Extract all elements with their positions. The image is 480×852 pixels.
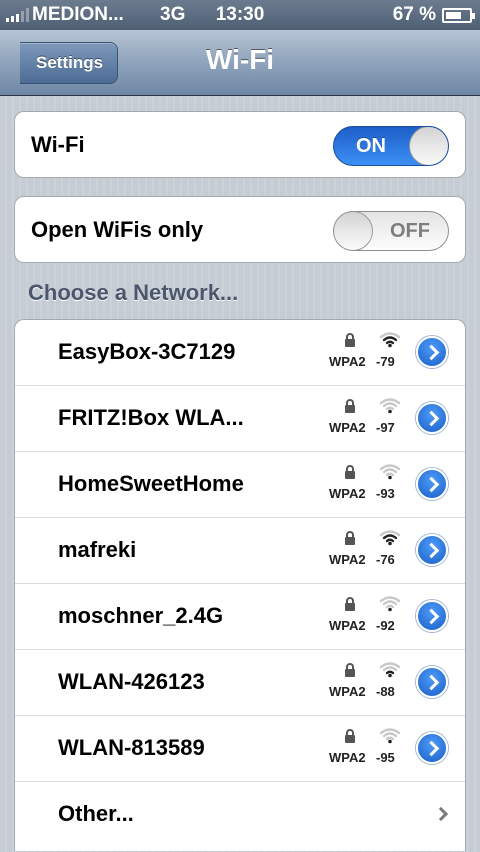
switch-knob (334, 212, 373, 250)
rssi-value: -92 (376, 618, 395, 633)
wifi-signal-arc (385, 604, 395, 609)
battery-percent: 67 % (392, 4, 436, 25)
lock-icon (345, 597, 355, 611)
chevron-right-icon (433, 806, 449, 822)
wifi-signal-arc (385, 340, 395, 345)
security-label: WPA2 (329, 486, 366, 501)
wifi-signal-dot (388, 343, 392, 348)
security-label: WPA2 (329, 354, 366, 369)
wifi-signal-arc (382, 336, 398, 342)
open-wifis-switch-state: OFF (390, 220, 430, 242)
security-label: WPA2 (329, 618, 366, 633)
section-header: Choose a Network... (28, 280, 239, 305)
wifi-signal-dot (388, 475, 392, 480)
wifi-signal-icon (379, 398, 401, 414)
network-detail-button[interactable] (416, 468, 448, 500)
wifi-toggle-cell: Wi-Fi ON (14, 111, 466, 178)
network-type: 3G (160, 4, 186, 25)
open-wifis-toggle-cell: Open WiFis only OFF (14, 196, 466, 263)
network-name: HomeSweetHome (58, 471, 244, 496)
wifi-signal-dot (388, 607, 392, 612)
security-label: WPA2 (329, 750, 366, 765)
wifi-signal-arc (385, 670, 395, 675)
network-name: mafreki (58, 537, 137, 562)
wifi-signal-arc (385, 736, 395, 741)
network-name: WLAN-813589 (58, 735, 205, 760)
wifi-signal-dot (388, 541, 392, 546)
wifi-signal-icon (379, 332, 401, 348)
wifi-signal-arc (385, 406, 395, 411)
wifi-toggle-label: Wi-Fi (31, 132, 85, 157)
cell-signal-icon (6, 8, 29, 22)
rssi-value: -93 (376, 486, 395, 501)
lock-icon (345, 729, 355, 743)
wifi-signal-arc (382, 402, 398, 408)
network-row[interactable]: moschner_2.4G WPA2 -92 (15, 584, 465, 650)
switch-knob (409, 127, 448, 165)
wifi-signal-arc (385, 472, 395, 477)
wifi-signal-arc (382, 600, 398, 606)
wifi-signal-dot (388, 673, 392, 678)
rssi-value: -88 (376, 684, 395, 699)
network-detail-button[interactable] (416, 402, 448, 434)
security-label: WPA2 (329, 420, 366, 435)
open-wifis-label: Open WiFis only (31, 217, 204, 242)
network-detail-button[interactable] (416, 534, 448, 566)
lock-icon (345, 465, 355, 479)
wifi-signal-icon (379, 596, 401, 612)
network-row[interactable]: EasyBox-3C7129 WPA2 -79 (15, 320, 465, 386)
network-name: WLAN-426123 (58, 669, 205, 694)
network-detail-button[interactable] (416, 336, 448, 368)
network-name: EasyBox-3C7129 (58, 339, 236, 364)
network-row[interactable]: mafreki WPA2 -76 (15, 518, 465, 584)
other-network-row[interactable]: Other... (15, 782, 465, 848)
wifi-signal-icon (379, 728, 401, 744)
network-name: FRITZ!Box WLA... (58, 405, 244, 430)
network-row[interactable]: HomeSweetHome WPA2 -93 (15, 452, 465, 518)
network-row[interactable]: FRITZ!Box WLA... WPA2 -97 (15, 386, 465, 452)
battery-icon (442, 8, 475, 23)
wifi-signal-arc (382, 534, 398, 540)
lock-icon (345, 531, 355, 545)
wifi-signal-arc (382, 468, 398, 474)
open-wifis-switch[interactable]: OFF (333, 211, 449, 251)
lock-icon (345, 663, 355, 677)
wifi-signal-icon (379, 530, 401, 546)
wifi-signal-arc (382, 666, 398, 672)
navigation-bar: Settings Wi-Fi (0, 30, 480, 96)
security-label: WPA2 (329, 684, 366, 699)
wifi-signal-icon (379, 662, 401, 678)
security-label: WPA2 (329, 552, 366, 567)
carrier-name: MEDION... (32, 4, 124, 25)
network-row[interactable]: WLAN-813589 WPA2 -95 (15, 716, 465, 782)
network-detail-button[interactable] (416, 600, 448, 632)
network-detail-button[interactable] (416, 732, 448, 764)
status-bar: MEDION... 3G 13:30 67 % (0, 0, 480, 30)
rssi-value: -79 (376, 354, 395, 369)
lock-icon (345, 399, 355, 413)
lock-icon (345, 333, 355, 347)
network-detail-button[interactable] (416, 666, 448, 698)
wifi-signal-arc (382, 732, 398, 738)
wifi-signal-icon (379, 464, 401, 480)
other-network-label: Other... (58, 801, 134, 826)
wifi-switch[interactable]: ON (333, 126, 449, 166)
network-name: moschner_2.4G (58, 603, 224, 628)
rssi-value: -95 (376, 750, 395, 765)
rssi-value: -97 (376, 420, 395, 435)
rssi-value: -76 (376, 552, 395, 567)
wifi-signal-dot (388, 739, 392, 744)
page-title: Wi-Fi (205, 44, 275, 75)
wifi-switch-state: ON (356, 135, 386, 157)
wifi-signal-arc (385, 538, 395, 543)
network-row[interactable]: WLAN-426123 WPA2 -88 (15, 650, 465, 716)
wifi-signal-dot (388, 409, 392, 414)
network-list: EasyBox-3C7129 WPA2 -79 FRITZ!Box WLA...… (14, 319, 466, 851)
